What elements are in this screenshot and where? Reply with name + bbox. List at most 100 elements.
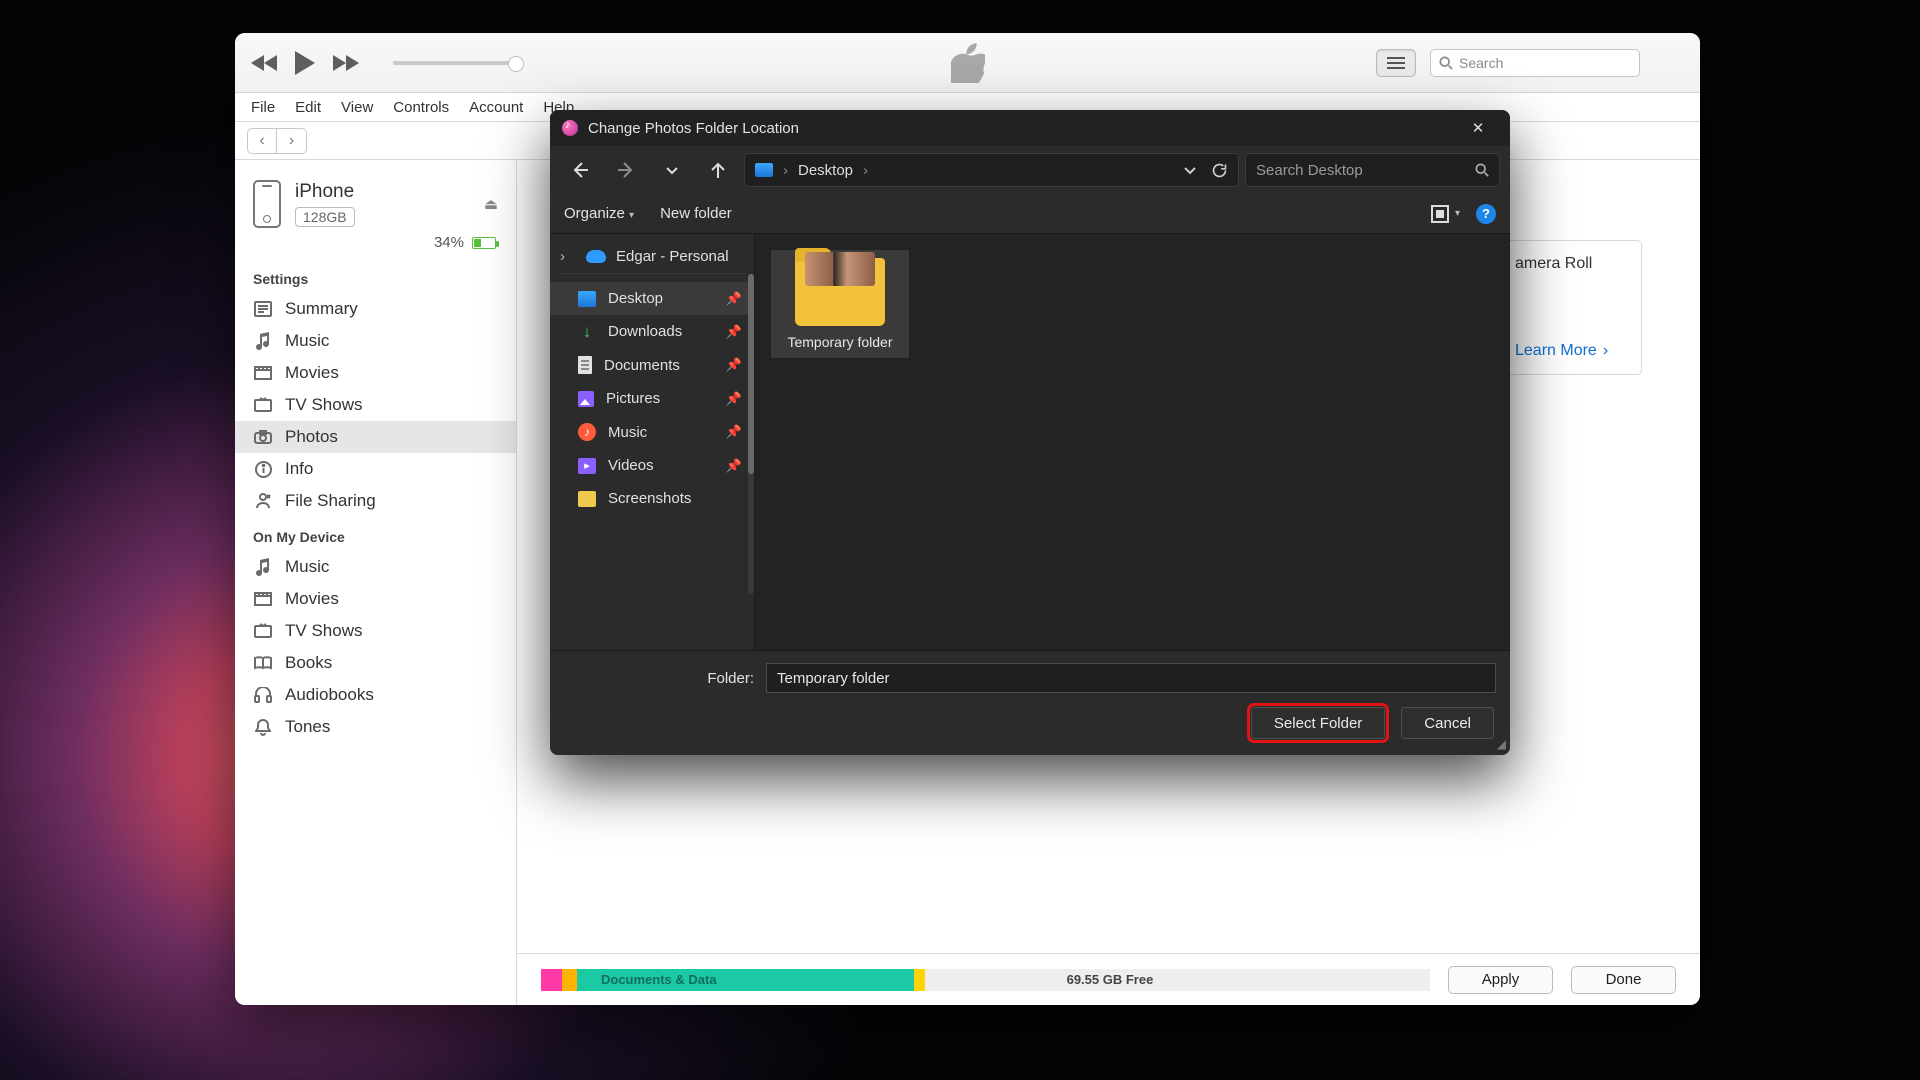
learn-more-link[interactable]: Learn More› [1515,342,1629,360]
sidebar-item-label: Music [285,331,329,351]
sidebar: iPhone 128GB ⏏ 34% Settings SummaryMusic… [235,160,517,1005]
scr-icon [578,491,596,507]
cloud-account-row[interactable]: › Edgar - Personal [558,240,746,274]
device-item-label: Music [285,557,329,577]
menu-controls[interactable]: Controls [393,99,449,116]
quick-downloads[interactable]: ↓Downloads📌 [550,315,754,348]
quick-pictures[interactable]: Pictures📌 [550,382,754,415]
books-icon [253,653,273,673]
device-storage: 128GB [295,207,355,227]
folder-name-input[interactable] [766,663,1496,693]
titlebar: Search [235,33,1700,93]
organize-menu[interactable]: Organize ▾ [564,205,634,222]
device-item-books[interactable]: Books [235,647,516,679]
quick-item-label: Desktop [608,290,663,307]
folder-icon [795,258,885,326]
folder-field-label: Folder: [564,670,754,687]
view-mode-button[interactable]: ▾ [1431,205,1460,223]
quick-screenshots[interactable]: Screenshots [550,482,754,515]
cancel-button[interactable]: Cancel [1401,707,1494,739]
pin-icon: 📌 [726,424,742,440]
dialog-titlebar: Change Photos Folder Location ✕ [550,110,1510,146]
search-input[interactable]: Search [1430,49,1640,77]
dialog-search-input[interactable]: Search Desktop [1245,153,1500,187]
forward-icon[interactable] [606,152,646,188]
dialog-close-button[interactable]: ✕ [1458,113,1498,143]
device-item-label: TV Shows [285,621,362,641]
dl-icon: ↓ [578,324,596,340]
sidebar-scrollbar[interactable] [748,274,754,594]
refresh-icon[interactable] [1211,162,1228,179]
sidebar-item-summary[interactable]: Summary [235,293,516,325]
quick-music[interactable]: ♪ Music 📌 [550,415,754,449]
sidebar-item-info[interactable]: Info [235,453,516,485]
play-button[interactable] [293,50,317,76]
address-dropdown-icon[interactable] [1183,163,1197,177]
sidebar-item-music[interactable]: Music [235,325,516,357]
device-name: iPhone [295,181,355,203]
menu-edit[interactable]: Edit [295,99,321,116]
next-track-button[interactable] [331,53,359,73]
pin-icon: 📌 [726,324,742,340]
menu-view[interactable]: View [341,99,373,116]
iphone-icon [253,180,281,228]
quick-item-label: Documents [604,357,680,374]
battery-icon [472,237,496,249]
device-item-label: Movies [285,589,339,609]
dialog-app-icon [562,120,578,136]
new-folder-button[interactable]: New folder [660,205,732,222]
up-icon[interactable] [698,152,738,188]
recent-dropdown-icon[interactable] [652,152,692,188]
apply-button[interactable]: Apply [1448,966,1553,994]
folder-thumbnail [805,252,875,286]
tv-icon [253,621,273,641]
nav-back-button[interactable]: ‹ [247,128,277,154]
device-item-audiobooks[interactable]: Audiobooks [235,679,516,711]
quick-documents[interactable]: Documents📌 [550,348,754,382]
summary-icon [253,299,273,319]
sidebar-item-label: Photos [285,427,338,447]
sidebar-item-movies[interactable]: Movies [235,357,516,389]
dialog-nav: › Desktop › Search Desktop [550,146,1510,194]
select-folder-button[interactable]: Select Folder [1251,707,1385,739]
device-item-tv-shows[interactable]: TV Shows [235,615,516,647]
search-placeholder: Search [1459,55,1503,71]
sidebar-item-file-sharing[interactable]: File Sharing [235,485,516,517]
address-bar[interactable]: › Desktop › [744,153,1239,187]
eject-icon[interactable]: ⏏ [484,195,498,213]
device-item-movies[interactable]: Movies [235,583,516,615]
free-space-label: 69.55 GB Free [1067,972,1154,987]
menu-account[interactable]: Account [469,99,523,116]
folder-tile-temporary[interactable]: Temporary folder [771,250,909,358]
tv-icon [253,395,273,415]
done-button[interactable]: Done [1571,966,1676,994]
settings-header: Settings [235,259,516,293]
desktop-icon [755,163,773,177]
sidebar-item-photos[interactable]: Photos [235,421,516,453]
device-item-music[interactable]: Music [235,551,516,583]
list-view-button[interactable] [1376,49,1416,77]
nav-forward-button[interactable]: › [277,128,307,154]
capacity-bar: Documents & Data 69.55 GB Free [541,969,1430,991]
menu-file[interactable]: File [251,99,275,116]
device-item-tones[interactable]: Tones [235,711,516,743]
folder-tile-label: Temporary folder [787,334,892,350]
quick-item-label: Music [608,424,647,441]
help-icon[interactable]: ? [1476,204,1496,224]
quick-item-label: Pictures [606,390,660,407]
mus-icon: ♪ [578,423,596,441]
back-icon[interactable] [560,152,600,188]
resize-grip-icon[interactable]: ◢ [1497,737,1506,751]
dialog-content[interactable]: Temporary folder [755,234,1510,650]
sidebar-item-label: Summary [285,299,358,319]
vid-icon: ▸ [578,458,596,474]
volume-slider[interactable] [393,61,518,65]
prev-track-button[interactable] [251,53,279,73]
device-item-label: Books [285,653,332,673]
camera-roll-text: amera Roll [1515,255,1629,273]
breadcrumb-desktop[interactable]: Desktop [798,162,853,179]
sidebar-item-tv-shows[interactable]: TV Shows [235,389,516,421]
audiobooks-icon [253,685,273,705]
quick-desktop[interactable]: Desktop📌 [550,282,754,315]
quick-videos[interactable]: ▸Videos📌 [550,449,754,482]
